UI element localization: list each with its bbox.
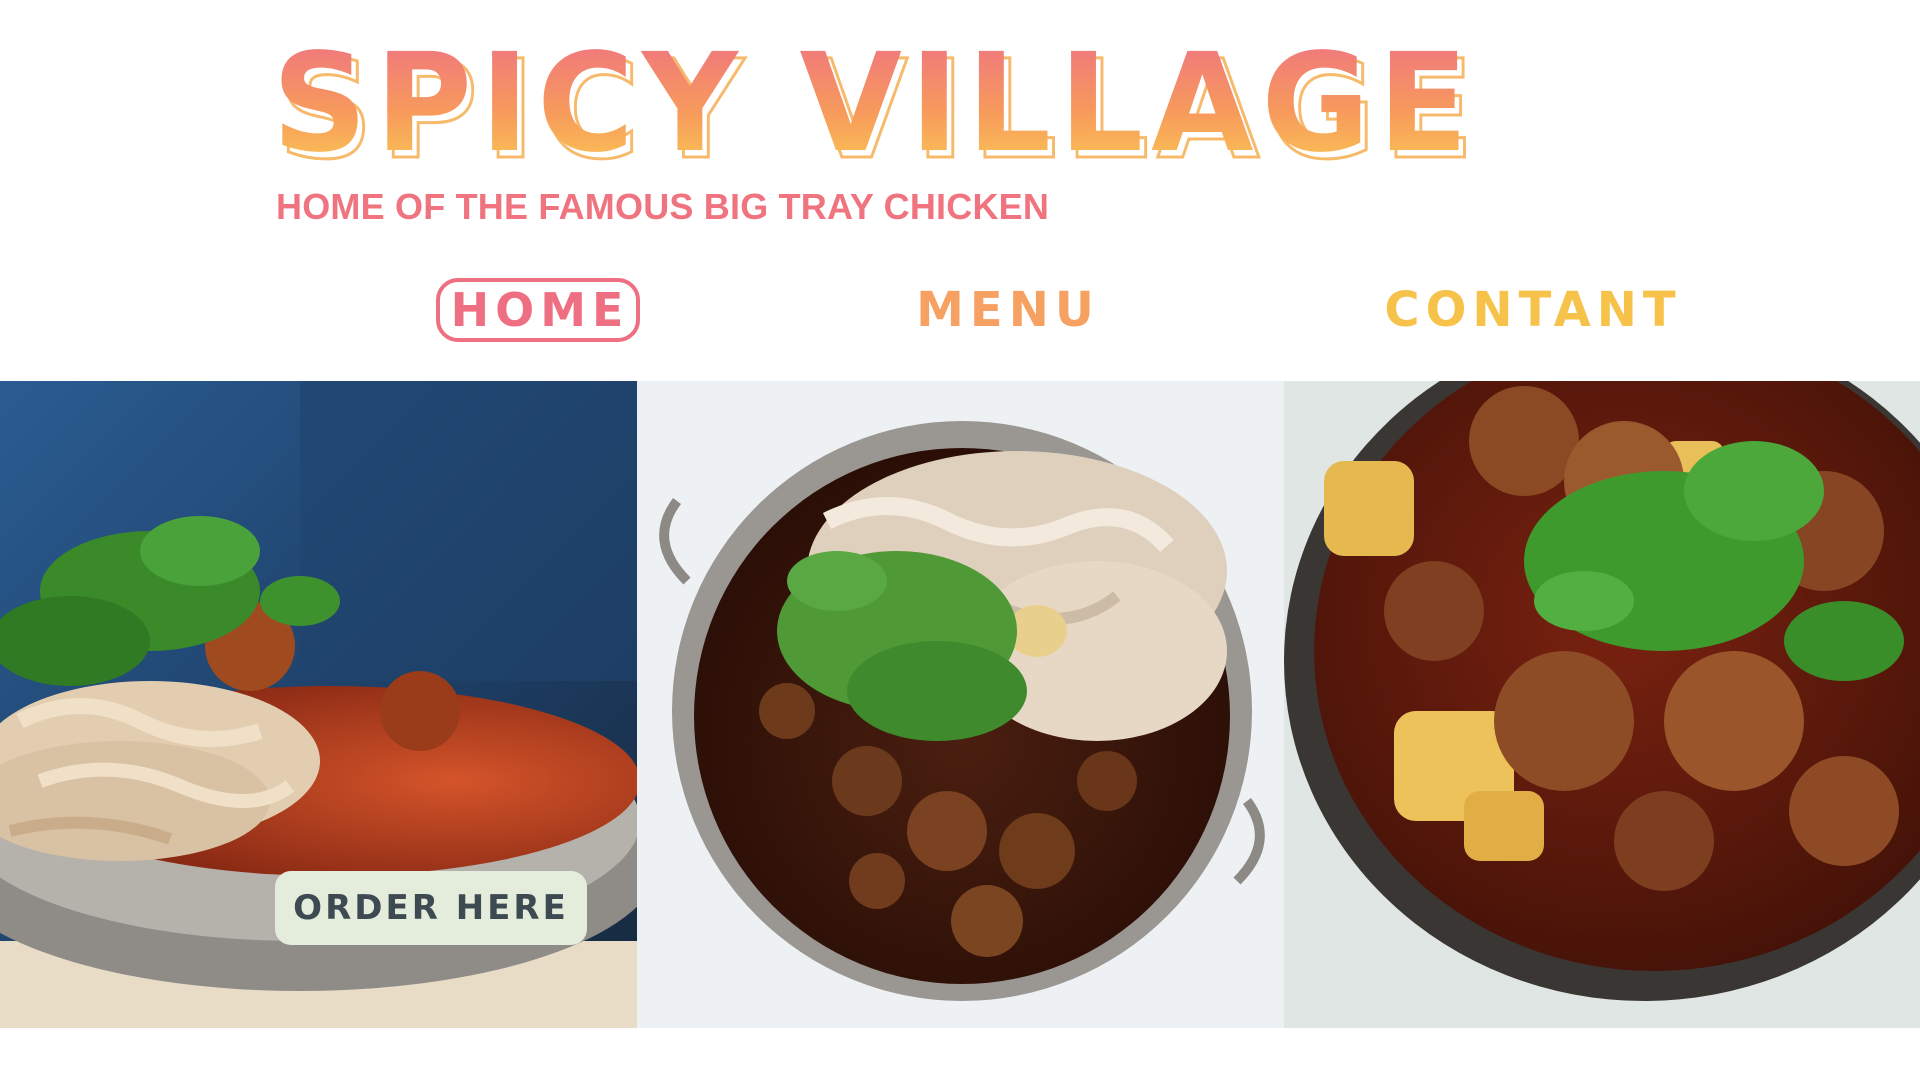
logo-text: SPICY VILLAGE — [272, 26, 1476, 176]
nav-contant-link[interactable]: CONTANT — [1384, 278, 1678, 342]
nav-menu-link[interactable]: MENU — [916, 278, 1098, 342]
main-nav: HOME MENU CONTANT — [0, 270, 1920, 350]
page: SPICY VILLAGE SPICY VILLAGE HOME OF THE … — [0, 0, 1920, 1080]
order-here-button[interactable]: ORDER HERE — [275, 871, 587, 945]
food-photo-chicken-potato — [1284, 381, 1920, 1028]
tagline: HOME OF THE FAMOUS BIG TRAY CHICKEN — [276, 186, 1050, 227]
food-photo-noodle-pan: ORDER HERE — [0, 381, 637, 1028]
logo[interactable]: SPICY VILLAGE SPICY VILLAGE — [272, 26, 1492, 176]
food-gallery: ORDER HERE — [0, 381, 1920, 1028]
food-photo-big-tray-chicken — [637, 381, 1284, 1028]
logo-wordmark: SPICY VILLAGE SPICY VILLAGE — [272, 26, 1476, 176]
nav-home-link[interactable]: HOME — [436, 278, 640, 342]
